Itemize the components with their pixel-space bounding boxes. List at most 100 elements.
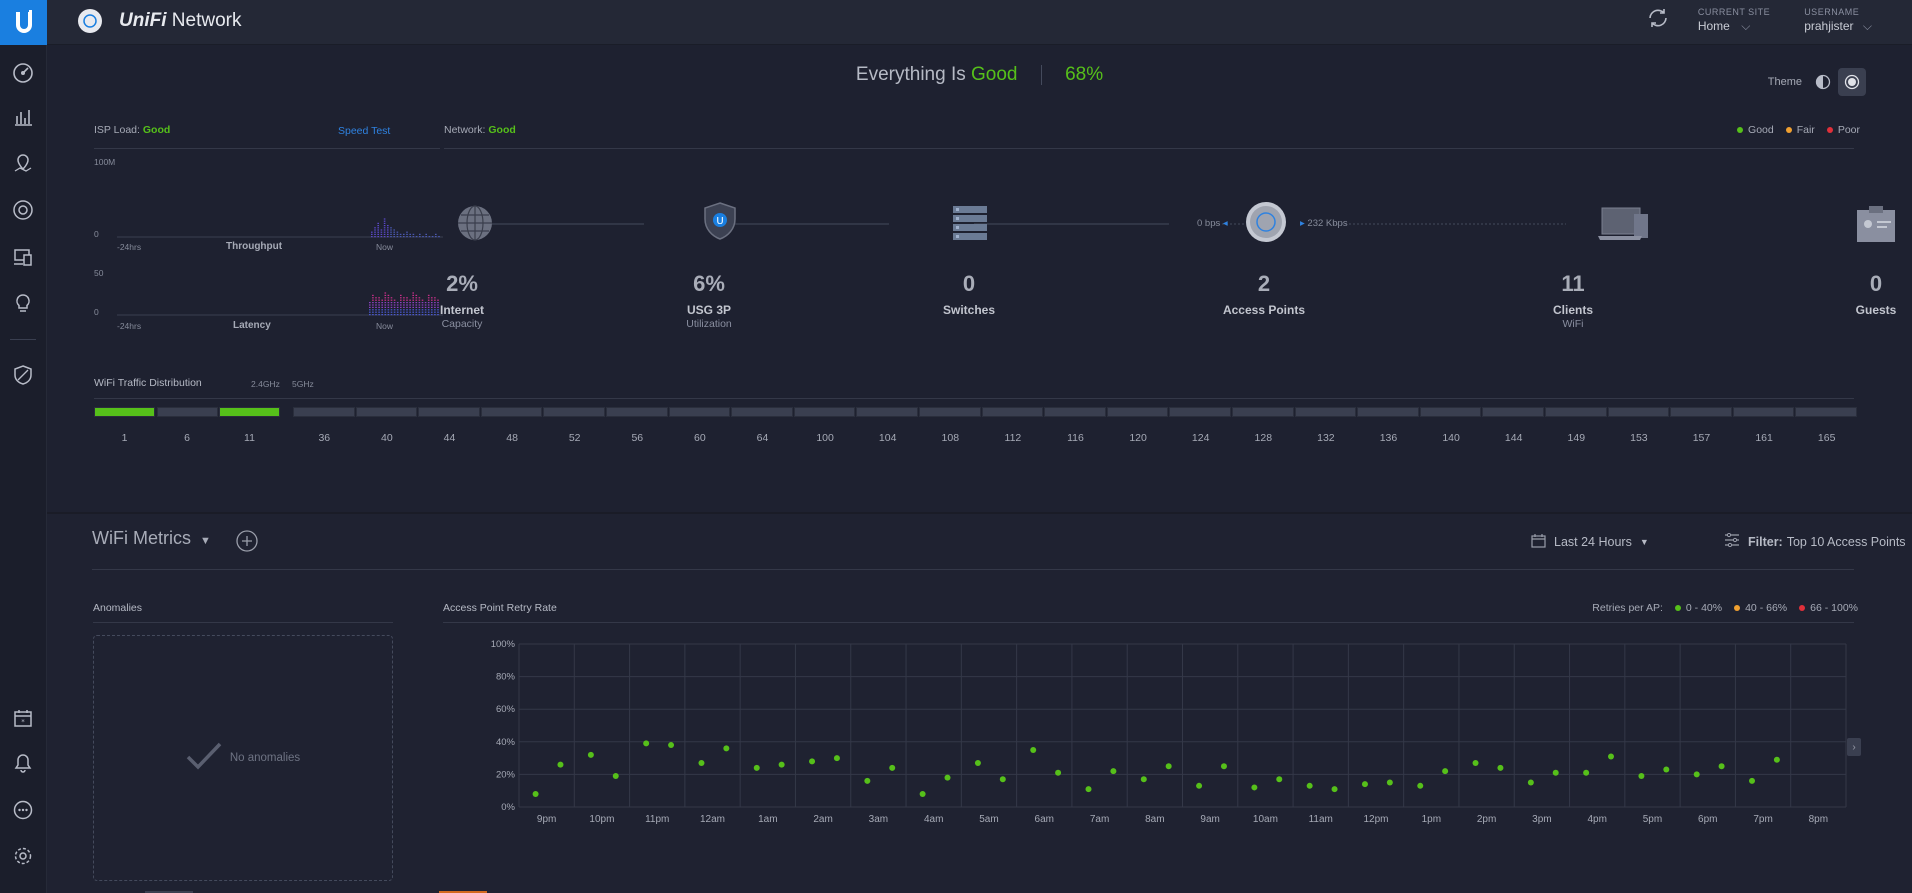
node-internet[interactable]: 2% Internet Capacity xyxy=(402,271,522,330)
retry-point[interactable] xyxy=(1527,779,1534,786)
retry-point[interactable] xyxy=(919,790,926,797)
retry-point[interactable] xyxy=(1638,773,1645,780)
node-guests[interactable]: 0 Guests xyxy=(1816,271,1912,317)
retry-point[interactable] xyxy=(557,761,564,768)
retry-point[interactable] xyxy=(698,759,705,766)
retry-point[interactable] xyxy=(1663,766,1670,773)
events-icon[interactable]: * xyxy=(10,705,36,731)
retry-point[interactable] xyxy=(809,758,816,765)
shield-icon[interactable] xyxy=(10,362,36,388)
legend-low: 0 - 40% xyxy=(1674,602,1722,614)
settings-gear-icon[interactable] xyxy=(10,843,36,869)
channel-bar xyxy=(1482,407,1544,417)
map-icon[interactable] xyxy=(10,150,36,176)
x-tick-label: 10pm xyxy=(589,814,614,825)
x-tick-label: 4pm xyxy=(1587,814,1606,825)
chevron-right-icon[interactable]: › xyxy=(1847,738,1861,756)
retry-point[interactable] xyxy=(1442,768,1449,775)
channel-bar xyxy=(1106,407,1169,417)
retry-point[interactable] xyxy=(1276,776,1283,783)
site-selector[interactable]: CURRENT SITE Home ⌵ xyxy=(1698,7,1770,34)
retry-point[interactable] xyxy=(1085,786,1092,793)
channel-label: 100 xyxy=(816,432,834,444)
channel-label: 44 xyxy=(443,432,456,444)
retry-point[interactable] xyxy=(1306,782,1313,789)
controller-icon xyxy=(78,9,102,33)
retry-point[interactable] xyxy=(643,740,650,747)
svg-text:U: U xyxy=(716,216,723,227)
speed-test-link[interactable]: Speed Test xyxy=(338,125,390,137)
channel-label: 149 xyxy=(1567,432,1586,444)
retry-point[interactable] xyxy=(1110,768,1117,775)
retry-point[interactable] xyxy=(999,776,1006,783)
retry-point[interactable] xyxy=(1608,753,1615,760)
channel-label: 60 xyxy=(694,432,706,444)
retry-point[interactable] xyxy=(723,745,730,752)
retry-point[interactable] xyxy=(1749,777,1756,784)
channel-bar xyxy=(1044,407,1106,417)
add-metric-icon[interactable] xyxy=(236,530,258,557)
retry-point[interactable] xyxy=(778,761,785,768)
anomalies-title: Anomalies xyxy=(93,602,143,614)
devices-icon[interactable] xyxy=(10,197,36,223)
retry-point[interactable] xyxy=(974,759,981,766)
retry-point[interactable] xyxy=(1718,763,1725,770)
retry-point[interactable] xyxy=(944,774,951,781)
theme-half-icon[interactable] xyxy=(1810,69,1836,95)
retry-point[interactable] xyxy=(1196,782,1203,789)
retry-point[interactable] xyxy=(532,790,539,797)
clients-icon[interactable] xyxy=(10,244,36,270)
retry-point[interactable] xyxy=(587,751,594,758)
retry-point[interactable] xyxy=(1165,763,1172,770)
retry-point[interactable] xyxy=(1055,769,1062,776)
filter-button[interactable]: Filter: Top 10 Access Points xyxy=(1724,532,1906,550)
access-point-icon xyxy=(1245,201,1287,248)
retry-point[interactable] xyxy=(1417,782,1424,789)
retry-point[interactable] xyxy=(1773,756,1780,763)
node-access-points[interactable]: 2 Access Points xyxy=(1204,271,1324,317)
user-menu[interactable]: USERNAME prahjister ⌵ xyxy=(1804,7,1872,34)
statistics-icon[interactable] xyxy=(10,104,36,130)
refresh-icon[interactable] xyxy=(1646,6,1670,35)
unifi-logo[interactable] xyxy=(0,0,47,45)
x-tick-label: 10am xyxy=(1253,814,1278,825)
retry-point[interactable] xyxy=(612,773,619,780)
retry-point[interactable] xyxy=(1030,746,1037,753)
retry-point[interactable] xyxy=(1693,771,1700,778)
channel-label: 56 xyxy=(631,432,644,444)
retry-point[interactable] xyxy=(1472,759,1479,766)
retry-point[interactable] xyxy=(1220,763,1227,770)
retry-point[interactable] xyxy=(1331,786,1338,793)
retry-point[interactable] xyxy=(1140,776,1147,783)
retry-point[interactable] xyxy=(1386,779,1393,786)
unifi-app: * UniFi Network CURRENT SITE Home ⌵ USER… xyxy=(0,0,1912,893)
retry-point[interactable] xyxy=(1251,784,1258,791)
experience-score: 68% xyxy=(1065,64,1104,85)
metrics-selector[interactable]: WiFi Metrics ▼ xyxy=(92,528,211,549)
y-tick-label: 100% xyxy=(491,639,516,650)
chevron-down-icon: ⌵ xyxy=(1741,19,1751,33)
node-clients[interactable]: 11 Clients WiFi xyxy=(1513,271,1633,330)
legend-poor: Poor xyxy=(1826,124,1860,136)
retry-point[interactable] xyxy=(1497,764,1504,771)
dashboard-icon[interactable] xyxy=(10,60,36,86)
chat-icon[interactable] xyxy=(10,797,36,823)
retry-point[interactable] xyxy=(864,777,871,784)
legend-medium: 40 - 66% xyxy=(1734,602,1787,614)
theme-dark-icon[interactable] xyxy=(1838,68,1866,96)
insights-icon[interactable] xyxy=(10,290,36,316)
retry-point[interactable] xyxy=(1583,769,1590,776)
time-range-dropdown[interactable]: Last 24 Hours ▼ xyxy=(1531,533,1649,551)
retry-point[interactable] xyxy=(668,742,675,749)
retry-point[interactable] xyxy=(1361,781,1368,788)
retry-point[interactable] xyxy=(889,764,896,771)
x-tick-label: 3am xyxy=(869,814,888,825)
node-switches[interactable]: 0 Switches xyxy=(909,271,1029,317)
retry-point[interactable] xyxy=(753,764,760,771)
node-usg[interactable]: 6% USG 3P Utilization xyxy=(649,271,769,330)
alerts-bell-icon[interactable] xyxy=(10,750,36,776)
retry-point[interactable] xyxy=(833,755,840,762)
retry-point[interactable] xyxy=(1552,769,1559,776)
channel-label: 124 xyxy=(1191,432,1210,444)
channel-label: 11 xyxy=(244,432,255,444)
